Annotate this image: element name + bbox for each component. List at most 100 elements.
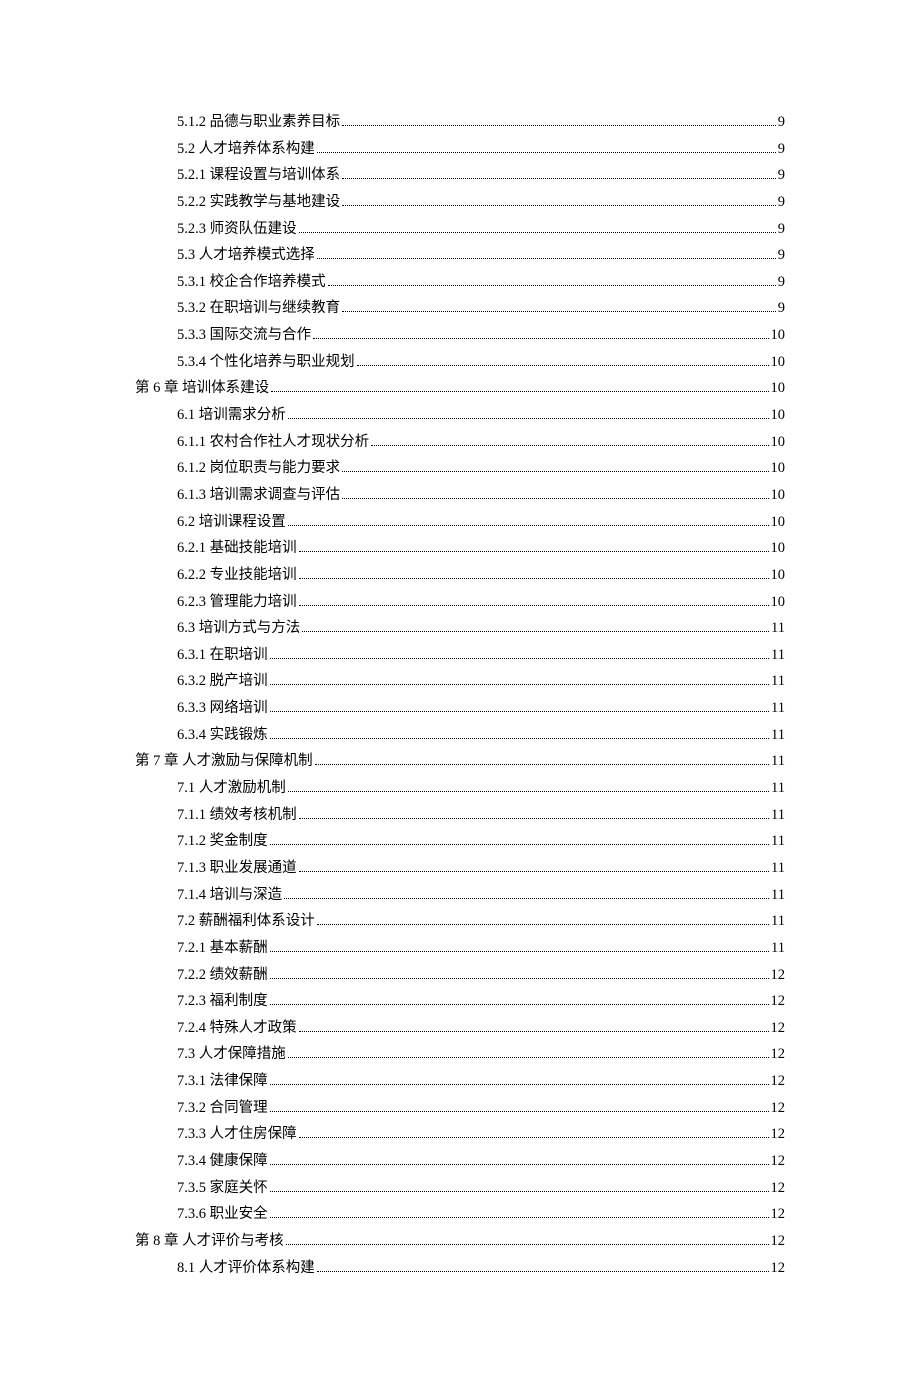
- toc-leader-dots: [299, 232, 776, 233]
- toc-entry-text: 5.2.1 课程设置与培训体系: [177, 163, 340, 188]
- toc-leader-dots: [270, 684, 769, 685]
- toc-entry: 5.2 人才培养体系构建9: [135, 137, 785, 162]
- toc-leader-dots: [371, 445, 768, 446]
- toc-entry-page: 9: [778, 110, 785, 135]
- toc-leader-dots: [328, 285, 776, 286]
- toc-entry-text: 7.1 人才激励机制: [177, 776, 286, 801]
- toc-entry-page: 12: [771, 963, 786, 988]
- toc-entry-page: 11: [771, 616, 785, 641]
- toc-leader-dots: [357, 365, 769, 366]
- toc-entry-page: 12: [771, 1122, 786, 1147]
- toc-entry-text: 6.2 培训课程设置: [177, 510, 286, 535]
- toc-entry-text: 7.3.5 家庭关怀: [177, 1176, 268, 1201]
- toc-leader-dots: [286, 1244, 769, 1245]
- toc-leader-dots: [288, 1057, 769, 1058]
- toc-entry: 6.3.1 在职培训 11: [135, 643, 785, 668]
- toc-entry: 6.3 培训方式与方法11: [135, 616, 785, 641]
- toc-entry-text: 5.3.3 国际交流与合作: [177, 323, 311, 348]
- toc-leader-dots: [342, 311, 776, 312]
- toc-leader-dots: [288, 525, 769, 526]
- toc-entry-text: 7.3.3 人才住房保障: [177, 1122, 297, 1147]
- toc-entry-page: 10: [771, 563, 786, 588]
- toc-entry-page: 12: [771, 1042, 786, 1067]
- toc-entry: 6.2.2 专业技能培训 10: [135, 563, 785, 588]
- toc-entry: 第 6 章 培训体系建设10: [135, 376, 785, 401]
- toc-entry-text: 6.3.1 在职培训: [177, 643, 268, 668]
- toc-entry-page: 11: [771, 669, 785, 694]
- toc-entry: 7.1.2 奖金制度 11: [135, 829, 785, 854]
- toc-entry-text: 7.2 薪酬福利体系设计: [177, 909, 315, 934]
- toc-leader-dots: [317, 152, 776, 153]
- toc-entry-text: 5.3.1 校企合作培养模式: [177, 270, 326, 295]
- toc-leader-dots: [315, 764, 769, 765]
- toc-entry-page: 10: [771, 536, 786, 561]
- toc-entry-page: 10: [771, 350, 786, 375]
- toc-entry-text: 6.3.2 脱产培训: [177, 669, 268, 694]
- toc-entry-text: 7.3.2 合同管理: [177, 1096, 268, 1121]
- table-of-contents: 5.1.2 品德与职业素养目标95.2 人才培养体系构建95.2.1 课程设置与…: [135, 110, 785, 1280]
- toc-leader-dots: [313, 338, 768, 339]
- toc-leader-dots: [270, 1191, 769, 1192]
- toc-entry: 7.1.3 职业发展通道11: [135, 856, 785, 881]
- toc-leader-dots: [288, 418, 769, 419]
- toc-entry-text: 5.2 人才培养体系构建: [177, 137, 315, 162]
- toc-entry-page: 11: [771, 829, 785, 854]
- toc-entry-page: 11: [771, 749, 785, 774]
- toc-leader-dots: [299, 605, 769, 606]
- toc-entry-text: 5.1.2 品德与职业素养目标: [177, 110, 340, 135]
- toc-entry-text: 7.2.4 特殊人才政策: [177, 1016, 297, 1041]
- toc-entry: 5.3.2 在职培训与继续教育9: [135, 296, 785, 321]
- toc-leader-dots: [342, 498, 768, 499]
- toc-entry: 7.1.1 绩效考核机制11: [135, 803, 785, 828]
- toc-entry-text: 5.2.3 师资队伍建设: [177, 217, 297, 242]
- toc-leader-dots: [317, 258, 776, 259]
- toc-entry: 7.3.2 合同管理 12: [135, 1096, 785, 1121]
- toc-entry-page: 12: [771, 1202, 786, 1227]
- toc-entry-text: 6.2.3 管理能力培训: [177, 590, 297, 615]
- toc-entry: 6.1.1 农村合作社人才现状分析10: [135, 430, 785, 455]
- toc-leader-dots: [270, 1164, 769, 1165]
- toc-entry-text: 第 8 章 人才评价与考核: [135, 1229, 284, 1254]
- toc-leader-dots: [299, 1031, 769, 1032]
- toc-entry-page: 12: [771, 1149, 786, 1174]
- toc-entry-page: 9: [778, 270, 785, 295]
- toc-entry-text: 6.1.2 岗位职责与能力要求: [177, 456, 340, 481]
- toc-entry-text: 6.1 培训需求分析: [177, 403, 286, 428]
- toc-entry-page: 11: [771, 883, 785, 908]
- toc-entry-text: 5.2.2 实践教学与基地建设: [177, 190, 340, 215]
- toc-entry: 7.3.3 人才住房保障 12: [135, 1122, 785, 1147]
- toc-entry-text: 6.2.2 专业技能培训: [177, 563, 297, 588]
- toc-entry-text: 第 7 章 人才激励与保障机制: [135, 749, 313, 774]
- toc-entry: 6.2 培训课程设置10: [135, 510, 785, 535]
- toc-entry-text: 7.1.2 奖金制度: [177, 829, 268, 854]
- toc-entry: 5.2.2 实践教学与基地建设9: [135, 190, 785, 215]
- toc-leader-dots: [270, 1084, 769, 1085]
- toc-entry: 7.2.3 福利制度 12: [135, 989, 785, 1014]
- toc-entry: 7.1 人才激励机制11: [135, 776, 785, 801]
- toc-entry-text: 6.2.1 基础技能培训: [177, 536, 297, 561]
- toc-entry-text: 6.3.3 网络培训: [177, 696, 268, 721]
- toc-entry-page: 9: [778, 243, 785, 268]
- toc-entry-text: 6.1.1 农村合作社人才现状分析: [177, 430, 369, 455]
- toc-entry: 7.3.6 职业安全 12: [135, 1202, 785, 1227]
- toc-entry: 5.1.2 品德与职业素养目标 9: [135, 110, 785, 135]
- toc-entry-page: 11: [771, 909, 785, 934]
- toc-leader-dots: [317, 1271, 769, 1272]
- toc-entry: 7.2 薪酬福利体系设计 11: [135, 909, 785, 934]
- toc-entry: 7.1.4 培训与深造11: [135, 883, 785, 908]
- toc-entry: 6.2.1 基础技能培训 10: [135, 536, 785, 561]
- toc-entry: 6.1.3 培训需求调查与评估10: [135, 483, 785, 508]
- toc-entry-text: 7.3.4 健康保障: [177, 1149, 268, 1174]
- toc-leader-dots: [342, 125, 776, 126]
- toc-leader-dots: [270, 738, 769, 739]
- toc-leader-dots: [299, 1137, 769, 1138]
- toc-leader-dots: [342, 178, 776, 179]
- toc-entry: 6.2.3 管理能力培训10: [135, 590, 785, 615]
- toc-entry-text: 5.3.2 在职培训与继续教育: [177, 296, 340, 321]
- toc-leader-dots: [299, 871, 769, 872]
- toc-entry: 8.1 人才评价体系构建12: [135, 1256, 785, 1281]
- toc-entry-text: 7.3.6 职业安全: [177, 1202, 268, 1227]
- toc-leader-dots: [271, 391, 768, 392]
- toc-entry-page: 11: [771, 643, 785, 668]
- toc-entry-page: 12: [771, 1096, 786, 1121]
